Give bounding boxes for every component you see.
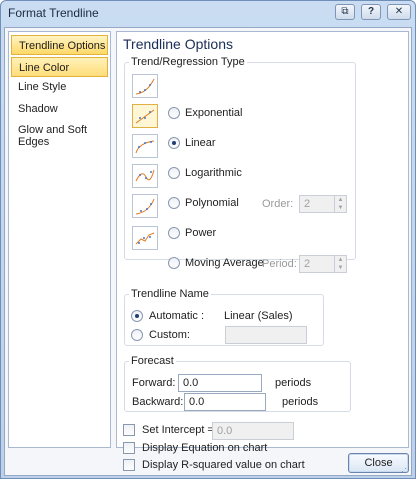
custom-name-input[interactable] <box>225 326 307 344</box>
resize-grip-icon[interactable]: ⋰ <box>401 463 410 474</box>
period-label: Period: <box>262 258 297 270</box>
help-icon[interactable]: ? <box>361 4 381 20</box>
trendline-name-legend: Trendline Name <box>131 288 209 300</box>
exponential-radio[interactable] <box>168 107 180 119</box>
polynomial-radio[interactable] <box>168 197 180 209</box>
dialog-body: Trendline Options Line Color Line Style … <box>4 27 412 476</box>
display-equation-checkbox[interactable] <box>123 442 135 454</box>
panel-heading: Trendline Options <box>123 36 233 52</box>
forward-label: Forward: <box>132 377 176 389</box>
display-rsquared-checkbox[interactable] <box>123 459 135 471</box>
exponential-chart-icon <box>132 74 158 98</box>
moving-average-radio[interactable] <box>168 257 180 269</box>
set-intercept-label: Set Intercept = <box>142 424 214 436</box>
power-radio[interactable] <box>168 227 180 239</box>
polynomial-chart-icon <box>132 164 158 188</box>
polynomial-label: Polynomial <box>185 197 239 209</box>
linear-radio[interactable] <box>168 137 180 149</box>
moving-average-chart-icon <box>132 226 158 250</box>
backward-label: Backward: <box>132 396 184 408</box>
custom-radio[interactable] <box>131 329 143 341</box>
logarithmic-label: Logarithmic <box>185 167 242 179</box>
backward-input[interactable]: 0.0 <box>184 393 266 411</box>
logarithmic-chart-icon <box>132 134 158 158</box>
forward-unit: periods <box>275 377 312 389</box>
options-panel: Trendline Options Trend/Regression Type <box>116 31 409 471</box>
format-trendline-dialog: Format Trendline ⧉ ? ✕ Trendline Options… <box>0 0 416 479</box>
nav-item-glow-soft-edges[interactable]: Glow and Soft Edges <box>11 120 108 148</box>
intercept-input[interactable]: 0.0 <box>212 422 294 440</box>
linear-label: Linear <box>185 137 216 149</box>
nav-item-trendline-options[interactable]: Trendline Options <box>11 35 108 55</box>
regression-type-group: Trend/Regression Type <box>124 56 356 260</box>
moving-average-label: Moving Average <box>185 257 264 269</box>
forecast-legend: Forecast <box>131 355 174 367</box>
custom-label: Custom: <box>149 329 190 341</box>
automatic-radio[interactable] <box>131 310 143 322</box>
automatic-name-value: Linear (Sales) <box>224 310 293 322</box>
order-spinner[interactable]: ▲ ▼ <box>335 195 347 213</box>
close-button[interactable]: Close <box>348 453 409 473</box>
nav-item-shadow[interactable]: Shadow <box>11 99 108 119</box>
order-label: Order: <box>262 198 294 210</box>
window-title: Format Trendline <box>8 6 99 20</box>
forward-input[interactable]: 0.0 <box>178 374 262 392</box>
period-input[interactable]: 2 <box>299 255 335 273</box>
linear-chart-icon <box>132 104 158 128</box>
logarithmic-radio[interactable] <box>168 167 180 179</box>
backward-unit: periods <box>282 396 319 408</box>
power-chart-icon <box>132 194 158 218</box>
period-spinner[interactable]: ▲ ▼ <box>335 255 347 273</box>
automatic-label: Automatic : <box>149 310 205 322</box>
category-nav: Trendline Options Line Color Line Style … <box>8 31 111 448</box>
restore-icon[interactable]: ⧉ <box>335 4 355 20</box>
display-equation-label: Display Equation on chart <box>142 442 268 454</box>
display-rsquared-label: Display R-squared value on chart <box>142 459 305 471</box>
nav-item-line-style[interactable]: Line Style <box>11 77 108 97</box>
regression-type-legend: Trend/Regression Type <box>131 56 245 68</box>
title-bar[interactable]: Format Trendline ⧉ ? ✕ <box>1 1 415 25</box>
set-intercept-checkbox[interactable] <box>123 424 135 436</box>
nav-item-line-color[interactable]: Line Color <box>11 57 108 77</box>
power-label: Power <box>185 227 217 239</box>
close-icon[interactable]: ✕ <box>387 4 411 20</box>
order-input[interactable]: 2 <box>299 195 335 213</box>
exponential-label: Exponential <box>185 107 243 119</box>
